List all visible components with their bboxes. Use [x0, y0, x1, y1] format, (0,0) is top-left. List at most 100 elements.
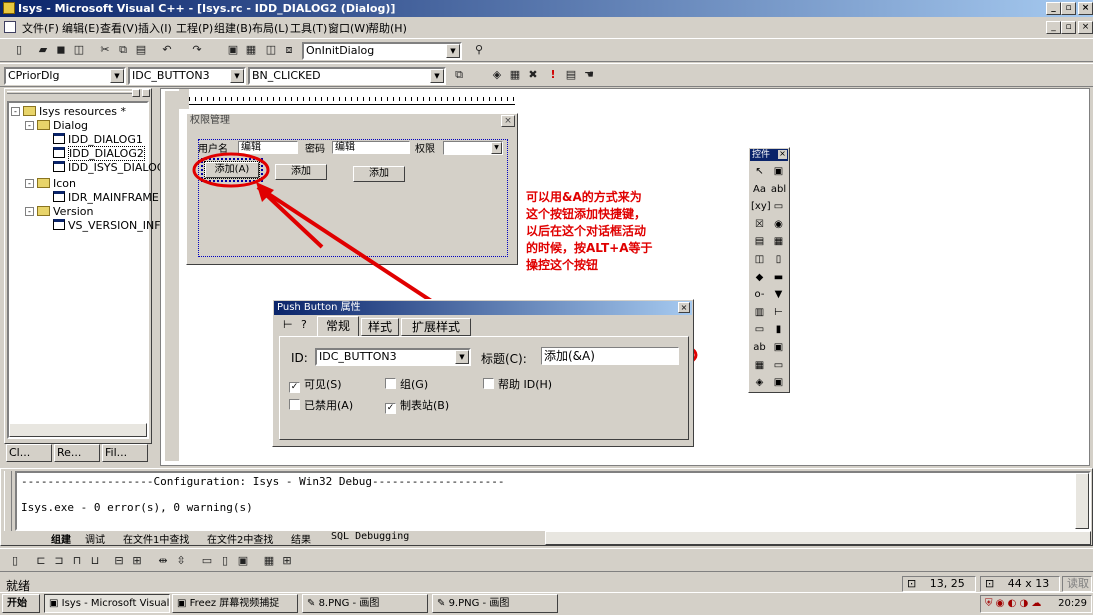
control-tool-10[interactable]: ◫	[751, 251, 768, 268]
output-hscrollbar[interactable]	[545, 531, 1091, 545]
control-tool-2[interactable]: Aa	[751, 181, 768, 198]
tab-styles[interactable]: 样式	[361, 318, 399, 336]
test-dialog-icon[interactable]: ▯	[6, 552, 24, 570]
menu-build[interactable]: 组建(B)	[214, 20, 252, 36]
tray-icons[interactable]: ⛨ ◉ ◐ ◑ ☁	[985, 598, 1041, 609]
mdi-minimize-button[interactable]: _	[1046, 21, 1061, 34]
helpid-checkbox[interactable]: 帮助 ID(H)	[483, 376, 552, 392]
cut-icon[interactable]: ✂	[96, 41, 114, 59]
menu-file[interactable]: 文件(F)	[22, 20, 59, 36]
control-tool-14[interactable]: o-	[751, 286, 768, 303]
go-icon[interactable]: ▤	[562, 66, 580, 84]
id-combo[interactable]: IDC_BUTTON3 ▼	[128, 67, 246, 85]
control-tool-18[interactable]: ▭	[751, 321, 768, 338]
control-tool-25[interactable]: ▣	[770, 374, 787, 391]
wizard-action-icon[interactable]: ⧉	[450, 66, 468, 84]
control-tool-20[interactable]: ab	[751, 339, 768, 356]
tree-hscrollbar[interactable]	[9, 423, 147, 437]
menu-layout[interactable]: 布局(L)	[252, 20, 289, 36]
space-down-icon[interactable]: ⇳	[172, 552, 190, 570]
find-files-icon[interactable]: ⧈	[280, 41, 298, 59]
tree-item-version[interactable]: VS_VERSION_INFO	[53, 219, 169, 233]
output-tab-sql[interactable]: SQL Debugging	[331, 531, 409, 542]
panel-maximize-icon[interactable]	[132, 89, 140, 97]
tab-classview[interactable]: Cl...	[6, 444, 52, 462]
close-icon[interactable]: ×	[778, 150, 787, 159]
save-icon[interactable]: ◼	[52, 41, 70, 59]
control-tool-11[interactable]: ▯	[770, 251, 787, 268]
undo-icon[interactable]: ↶	[158, 41, 176, 59]
menu-view[interactable]: 查看(V)	[100, 20, 138, 36]
close-icon[interactable]: ×	[678, 302, 690, 313]
mdi-close-button[interactable]: ×	[1078, 21, 1093, 34]
space-across-icon[interactable]: ⇹	[154, 552, 172, 570]
control-tool-7[interactable]: ◉	[770, 216, 787, 233]
menu-edit[interactable]: 编辑(E)	[62, 20, 100, 36]
chevron-down-icon[interactable]: ▼	[446, 44, 460, 58]
task-vc[interactable]: ▣ Isys - Microsoft Visual C...	[44, 594, 170, 613]
tree-version-folder[interactable]: - Version	[25, 205, 93, 219]
maximize-button[interactable]: ▫	[1061, 2, 1076, 15]
same-width-icon[interactable]: ▭	[198, 552, 216, 570]
new-file-icon[interactable]: ▯	[10, 41, 28, 59]
tree-root[interactable]: - Isys resources *	[11, 105, 126, 119]
help-icon[interactable]: ?	[301, 318, 307, 331]
breakpoint-hand-icon[interactable]: ☚	[580, 66, 598, 84]
pin-icon[interactable]: ⊢	[283, 318, 293, 331]
control-tool-24[interactable]: ◈	[751, 374, 768, 391]
toggle-grid-icon[interactable]: ▦	[260, 552, 278, 570]
panel-grip[interactable]	[7, 91, 135, 94]
output-tab-build[interactable]: 组建	[51, 531, 71, 546]
output-tab-find2[interactable]: 在文件2中查找	[207, 531, 273, 546]
output-vscrollbar[interactable]	[1075, 473, 1089, 529]
task-paint-9[interactable]: ✎ 9.PNG - 画图	[432, 594, 558, 613]
align-left-icon[interactable]: ⊏	[32, 552, 50, 570]
tree-item-isys-dialog[interactable]: IDD_ISYS_DIALOG	[53, 161, 165, 175]
control-tool-21[interactable]: ▣	[770, 339, 787, 356]
tree-item-mainframe[interactable]: IDR_MAINFRAME	[53, 191, 159, 205]
control-tool-0[interactable]: ↖	[751, 163, 768, 180]
control-tool-13[interactable]: ▬	[770, 269, 787, 286]
output-icon[interactable]: ▦	[242, 41, 260, 59]
user-edit[interactable]: 编辑	[238, 141, 298, 154]
class-combo[interactable]: CPriorDlg ▼	[4, 67, 126, 85]
collapse-icon[interactable]: -	[25, 207, 34, 216]
same-height-icon[interactable]: ▯	[216, 552, 234, 570]
output-tab-results[interactable]: 结果	[291, 531, 311, 546]
same-size-icon[interactable]: ▣	[234, 552, 252, 570]
tree-icon-folder[interactable]: - Icon	[25, 177, 76, 191]
collapse-icon[interactable]: -	[11, 107, 20, 116]
control-tool-17[interactable]: ⊢	[770, 304, 787, 321]
collapse-icon[interactable]: -	[25, 179, 34, 188]
open-folder-icon[interactable]: ▰	[34, 41, 52, 59]
execute-icon[interactable]: !	[544, 66, 562, 84]
tab-resourceview[interactable]: Re...	[54, 444, 100, 462]
chevron-down-icon[interactable]: ▼	[455, 350, 469, 364]
task-paint-8[interactable]: ✎ 8.PNG - 画图	[302, 594, 428, 613]
design-dialog[interactable]: 权限管理 × 用户名 编辑 密码 编辑 权限 ▼ 添加(A) 添加 添加	[186, 113, 518, 265]
visible-checkbox[interactable]: ✓ 可见(S)	[289, 376, 342, 393]
pwd-edit[interactable]: 编辑	[332, 141, 410, 154]
menu-project[interactable]: 工程(P)	[176, 20, 213, 36]
collapse-icon[interactable]: -	[25, 121, 34, 130]
function-combo[interactable]: OnInitDialog ▼	[302, 42, 462, 60]
control-tool-1[interactable]: ▣	[770, 163, 787, 180]
menu-window[interactable]: 窗口(W)	[328, 20, 369, 36]
message-combo[interactable]: BN_CLICKED ▼	[248, 67, 446, 85]
output-grip[interactable]	[4, 471, 12, 531]
chevron-down-icon[interactable]: ▼	[491, 142, 502, 154]
control-tool-23[interactable]: ▭	[770, 357, 787, 374]
tree-dialog[interactable]: - Dialog	[25, 119, 88, 133]
mdi-restore-button[interactable]: ▫	[1061, 21, 1076, 34]
chevron-down-icon[interactable]: ▼	[430, 69, 444, 83]
control-tool-19[interactable]: ▮	[770, 321, 787, 338]
find-icon[interactable]: ⚲	[470, 41, 488, 59]
control-tool-9[interactable]: ▦	[770, 233, 787, 250]
center-vert-icon[interactable]: ⊟	[110, 552, 128, 570]
tree-item-dialog2[interactable]: IDD_DIALOG2	[53, 146, 145, 161]
align-bottom-icon[interactable]: ⊔	[86, 552, 104, 570]
redo-icon[interactable]: ↷	[188, 41, 206, 59]
start-button[interactable]: 开始	[2, 594, 40, 613]
add-button-3[interactable]: 添加	[353, 166, 405, 182]
control-tool-3[interactable]: abl	[770, 181, 787, 198]
